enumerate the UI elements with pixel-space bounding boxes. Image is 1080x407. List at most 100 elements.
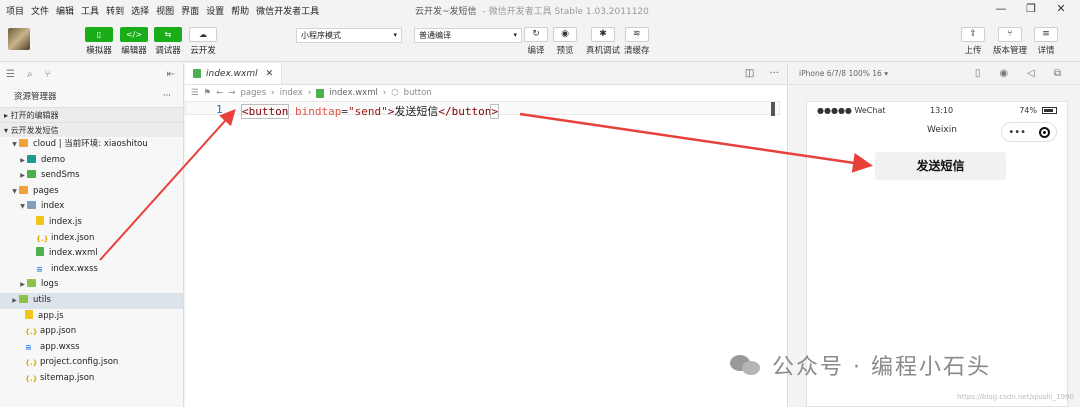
menu-edit[interactable]: 编辑 [56, 4, 74, 17]
forward-icon[interactable]: → [228, 88, 235, 98]
send-sms-button[interactable]: 发送短信 [875, 152, 1006, 180]
more-icon[interactable]: ··· [163, 91, 171, 101]
compile-label: 编译 [527, 46, 545, 56]
menu-select[interactable]: 选择 [131, 4, 149, 17]
tree-item-app-wxss[interactable]: ≡ app.wxss [0, 340, 183, 356]
tree-item-pages[interactable]: ▼ pages [0, 184, 183, 200]
editor-button[interactable]: </> 编辑器 [119, 27, 149, 56]
close-target-icon[interactable] [1038, 126, 1050, 138]
menu-devtools[interactable]: 微信开发者工具 [256, 4, 319, 17]
menu-project[interactable]: 项目 [6, 4, 24, 17]
tree-label: pages [33, 185, 59, 196]
tree-item-demo[interactable]: ▶ demo [0, 153, 183, 169]
avatar[interactable] [8, 28, 30, 50]
restore-icon[interactable]: ❐ [1016, 2, 1046, 15]
tree-item-index-wxss[interactable]: ≡ index.wxss [0, 262, 183, 278]
tree-label: app.json [40, 326, 77, 337]
expand-arrow-icon: ▼ [12, 187, 17, 195]
code-close-tag: </button [438, 105, 492, 118]
tree-item-app-json[interactable]: {.} app.json [0, 324, 183, 340]
split-editor-icon[interactable]: ◫ [745, 68, 754, 79]
code-value: "send" [347, 105, 388, 118]
tree-item-cloud[interactable]: ▼ cloud | 当前环境: xiaoshitou [0, 137, 183, 153]
clear-cache-button[interactable]: ≋ 清缓存 [624, 27, 650, 56]
back-icon[interactable]: ← [216, 88, 223, 98]
tab-index-wxml[interactable]: index.wxml ✕ [185, 63, 283, 84]
chevron-right-icon: › [307, 88, 312, 98]
scrollbar[interactable] [771, 102, 775, 116]
breadcrumb-file[interactable]: index.wxml [329, 88, 378, 98]
menu-lines-icon: ≡ [1034, 27, 1058, 42]
more-dots-icon[interactable]: ••• [1008, 127, 1026, 138]
cloud-button[interactable]: ☁ 云开发 [188, 27, 218, 56]
phone-icon[interactable]: ▯ [975, 68, 981, 79]
tree-item-index-js[interactable]: index.js [0, 215, 183, 231]
tree-item-index[interactable]: ▼ index [0, 199, 183, 215]
breadcrumb-button[interactable]: button [404, 88, 432, 98]
code-line[interactable]: 1 <button bindtap="send">发送短信</button> [185, 101, 780, 119]
tab-label: index.wxml [206, 68, 258, 79]
upload-button[interactable]: ⇪ 上传 [961, 27, 985, 56]
real-debug-button[interactable]: ✱ 真机调试 [586, 27, 620, 56]
device-select[interactable]: iPhone 6/7/8 100% 16 ▾ [799, 69, 888, 78]
menu-tools[interactable]: 工具 [81, 4, 99, 17]
code-text-content: 发送短信 [394, 105, 439, 118]
minimize-icon[interactable]: — [986, 2, 1016, 15]
collapse-arrow-icon: ▶ [20, 172, 25, 180]
breadcrumb-index[interactable]: index [280, 88, 303, 98]
editor-label: 编辑器 [121, 46, 147, 56]
menu-settings[interactable]: 设置 [206, 4, 224, 17]
tree-item-index-json[interactable]: {.} index.json [0, 231, 183, 247]
expand-arrow-icon: ▼ [12, 141, 17, 148]
menu-view[interactable]: 视图 [156, 4, 174, 17]
mode-select[interactable]: 小程序模式 ▾ [296, 28, 402, 43]
upload-label: 上传 [964, 46, 982, 56]
breadcrumb-pages[interactable]: pages [241, 88, 267, 98]
collapse-panel-icon[interactable]: ⇤ [167, 69, 175, 80]
tree-item-sitemap[interactable]: {.} sitemap.json [0, 371, 183, 387]
simulator-button[interactable]: ▯ 模拟器 [84, 27, 114, 56]
list-icon[interactable]: ☰ [6, 69, 15, 80]
tree-label: logs [41, 279, 59, 290]
git-icon[interactable]: ⑂ [45, 69, 51, 80]
preview-button[interactable]: ◉ 预览 [553, 27, 577, 56]
compile-button[interactable]: ↻ 编译 [524, 27, 548, 56]
list-icon[interactable]: ☰ [191, 88, 199, 98]
explorer-header: 资源管理器 ··· [0, 85, 183, 107]
open-editors-section[interactable]: ▸ 打开的编辑器 [0, 107, 183, 122]
search-icon[interactable]: ⌕ [27, 69, 33, 80]
record-icon[interactable]: ◉ [999, 68, 1008, 79]
project-section[interactable]: ▾ 云开发发短信 [0, 122, 183, 137]
compile-select-value: 普通编译 [419, 31, 451, 40]
volume-icon[interactable]: ◁ [1027, 68, 1035, 79]
menu-help[interactable]: 帮助 [231, 4, 249, 17]
close-tab-icon[interactable]: ✕ [266, 69, 274, 79]
menu-goto[interactable]: 转到 [106, 4, 124, 17]
code-text[interactable]: <button bindtap="send">发送短信</button> [240, 103, 499, 119]
tree-item-utils[interactable]: ▶ utils [0, 292, 183, 309]
compile-select[interactable]: 普通编译 ▾ [414, 28, 522, 43]
tree-item-sendsms[interactable]: ▶ sendSms [0, 168, 183, 184]
json-file-icon: {.} [36, 234, 49, 243]
close-window-icon[interactable]: ✕ [1046, 2, 1076, 15]
debugger-button[interactable]: ⇆ 调试器 [153, 27, 183, 56]
tree-item-project-config[interactable]: {.} project.config.json [0, 355, 183, 371]
simulator-bar: iPhone 6/7/8 100% 16 ▾ ▯ ◉ ◁ ⧉ [789, 63, 1080, 85]
folder-icon [19, 294, 28, 303]
editor-tools: ◫ ··· [733, 68, 779, 79]
tree-item-app-js[interactable]: app.js [0, 309, 183, 325]
battery-icon [1042, 107, 1057, 114]
tree-item-index-wxml[interactable]: index.wxml [0, 246, 183, 262]
bookmark-icon[interactable]: ⚑ [204, 88, 212, 98]
menu-interface[interactable]: 界面 [181, 4, 199, 17]
menu-file[interactable]: 文件 [31, 4, 49, 17]
collapse-arrow-icon: ▶ [12, 296, 17, 304]
code-open-tag: <button [240, 104, 290, 119]
branch-icon: ⑂ [998, 27, 1022, 42]
more-icon[interactable]: ··· [769, 68, 779, 79]
version-button[interactable]: ⑂ 版本管理 [993, 27, 1027, 56]
details-button[interactable]: ≡ 详情 [1034, 27, 1058, 56]
folder-icon [19, 185, 28, 194]
tree-item-logs[interactable]: ▶ logs [0, 277, 183, 293]
popout-icon[interactable]: ⧉ [1054, 68, 1061, 79]
